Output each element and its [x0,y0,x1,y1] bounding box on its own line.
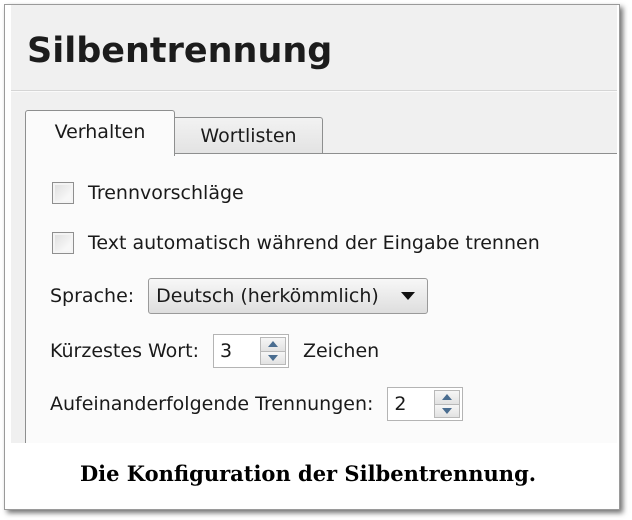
shortest-word-spin-buttons [259,337,286,365]
title-divider-highlight [11,91,617,92]
language-selected-value: Deutsch (herkömmlich) [156,285,379,307]
tab-verhalten[interactable]: Verhalten [25,110,175,156]
consecutive-label: Aufeinanderfolgende Trennungen: [50,393,374,415]
chevron-down-icon [401,292,416,300]
shortest-word-stepper[interactable]: 3 [212,334,289,368]
language-row: Sprache: Deutsch (herkömmlich) [50,278,429,314]
shortest-word-row: Kürzestes Wort: 3 Zeichen [50,334,379,368]
consecutive-row: Aufeinanderfolgende Trennungen: 2 [50,387,477,421]
page-title: Silbentrennung [27,31,333,71]
language-label: Sprache: [50,285,135,307]
language-select[interactable]: Deutsch (herkömmlich) [148,278,429,314]
suggestions-row: Trennvorschläge [52,182,244,204]
consecutive-stepper[interactable]: 2 [387,387,464,421]
shortest-word-label: Kürzestes Wort: [50,340,199,362]
hyphenation-dialog: Silbentrennung Verhalten Wortlisten Tren… [11,5,617,443]
shortest-word-value: 3 [219,340,233,362]
auto-hyphenate-label: Text automatisch während der Eingabe tre… [88,232,540,254]
screenshot-frame: Silbentrennung Verhalten Wortlisten Tren… [4,4,620,510]
arrow-down-icon [442,407,453,414]
auto-hyphenate-checkbox[interactable] [52,232,74,254]
shortest-word-decrement-button[interactable] [259,351,286,365]
tab-panel-verhalten: Trennvorschläge Text automatisch während… [25,153,617,443]
arrow-up-icon [267,341,278,348]
consecutive-spin-buttons [434,390,461,418]
consecutive-increment-button[interactable] [434,390,461,405]
auto-hyphenate-row: Text automatisch während der Eingabe tre… [52,232,540,254]
shortest-word-increment-button[interactable] [259,337,286,352]
consecutive-decrement-button[interactable] [434,404,461,418]
consecutive-value: 2 [394,393,407,415]
suggestions-checkbox[interactable] [52,182,74,204]
figure-caption: Die Konfiguration der Silbentrennung. [79,461,537,486]
suggestions-label: Trennvorschläge [88,182,244,204]
shortest-word-unit: Zeichen [302,340,380,362]
tab-wortlisten[interactable]: Wortlisten [175,117,323,153]
arrow-up-icon [442,394,453,401]
arrow-down-icon [267,354,278,361]
